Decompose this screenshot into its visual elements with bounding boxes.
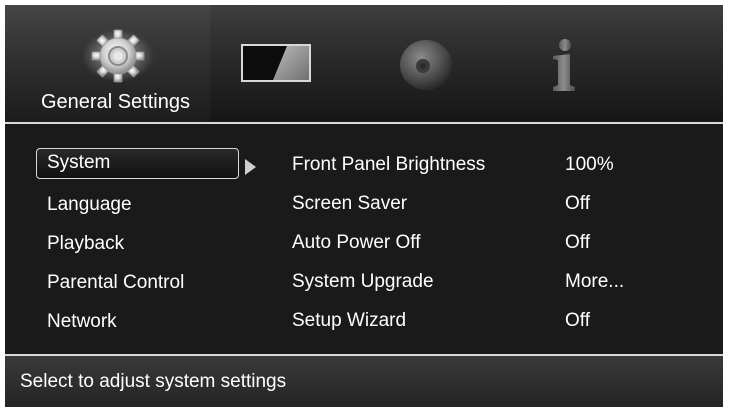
tab-info[interactable] — [490, 5, 640, 121]
tab-disc[interactable] — [330, 5, 490, 121]
status-bar: Select to adjust system settings — [5, 356, 723, 407]
menu-item-system[interactable]: System — [36, 148, 239, 179]
settings-screen: General Settings System Language Playbac… — [5, 5, 723, 407]
setting-screen-saver[interactable]: Screen Saver — [292, 193, 407, 215]
settings-content: System Language Playback Parental Contro… — [5, 124, 723, 354]
menu-item-playback[interactable]: Playback — [47, 233, 124, 255]
disc-icon — [400, 40, 452, 90]
setting-auto-power-off[interactable]: Auto Power Off — [292, 232, 421, 254]
tab-bar: General Settings — [5, 5, 723, 121]
setting-value-system-upgrade: More... — [565, 271, 625, 292]
tab-display[interactable] — [210, 5, 330, 121]
setting-system-upgrade[interactable]: System Upgrade — [292, 271, 434, 293]
info-icon — [553, 39, 575, 91]
setting-value-setup-wizard: Off — [565, 310, 590, 331]
setting-value-brightness: 100% — [565, 154, 614, 175]
setting-front-panel-brightness[interactable]: Front Panel Brightness — [292, 154, 485, 176]
status-text: Select to adjust system settings — [20, 371, 287, 392]
display-icon — [241, 44, 311, 82]
menu-item-network[interactable]: Network — [47, 311, 117, 333]
tab-general-settings[interactable]: General Settings — [5, 5, 210, 121]
menu-item-parental-control[interactable]: Parental Control — [47, 272, 184, 294]
setting-value-auto-power-off: Off — [565, 232, 590, 253]
setting-setup-wizard[interactable]: Setup Wizard — [292, 310, 406, 332]
chevron-right-icon — [245, 159, 256, 175]
menu-item-language[interactable]: Language — [47, 194, 132, 216]
setting-value-screen-saver: Off — [565, 193, 590, 214]
gear-icon — [82, 29, 154, 83]
tab-label: General Settings — [41, 91, 190, 113]
